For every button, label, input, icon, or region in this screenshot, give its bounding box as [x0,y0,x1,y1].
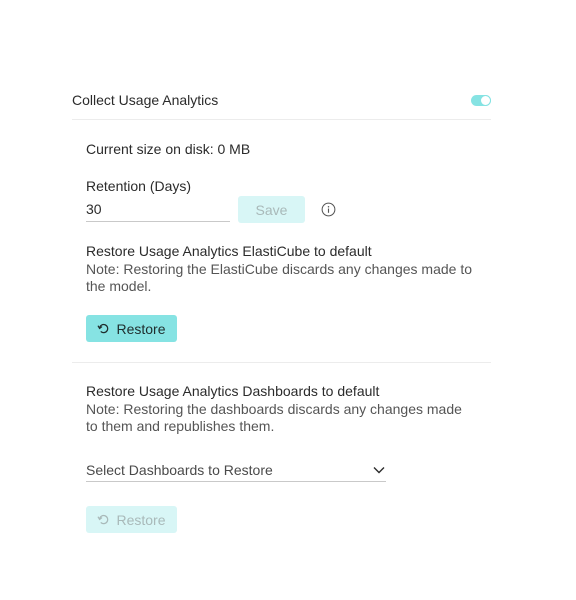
restore-dashboards-button[interactable]: Restore [86,506,177,533]
restore-dashboards-label: Restore [116,511,166,528]
restore-icon [97,323,109,334]
collect-usage-analytics-label: Collect Usage Analytics [72,92,219,108]
restore-elasticube-label: Restore [116,320,166,337]
info-icon[interactable] [321,202,336,217]
retention-label: Retention (Days) [86,178,192,194]
dashboards-restore-title: Restore Usage Analytics Dashboards to de… [86,383,380,399]
select-dashboards-placeholder: Select Dashboards to Restore [86,462,273,478]
elasticube-restore-note: Note: Restoring the ElastiCube discards … [86,261,472,294]
usage-analytics-settings: Collect Usage Analytics Current size on … [0,0,576,600]
retention-input-wrap [86,199,230,222]
divider-top [72,119,491,120]
dashboards-restore-note: Note: Restoring the dashboards discards … [86,401,462,434]
chevron-down-icon [373,467,385,474]
elasticube-restore-title: Restore Usage Analytics ElastiCube to de… [86,243,372,259]
select-dashboards-dropdown[interactable]: Select Dashboards to Restore [86,459,386,482]
restore-icon [97,514,109,525]
analytics-header: Collect Usage Analytics [72,90,491,110]
save-button[interactable]: Save [238,196,305,223]
divider-middle [72,362,491,363]
collect-usage-analytics-toggle[interactable] [471,94,491,106]
toggle-knob [480,94,491,106]
retention-input[interactable] [86,199,230,219]
restore-elasticube-button[interactable]: Restore [86,315,177,342]
current-size-label: Current size on disk: 0 MB [86,141,251,157]
